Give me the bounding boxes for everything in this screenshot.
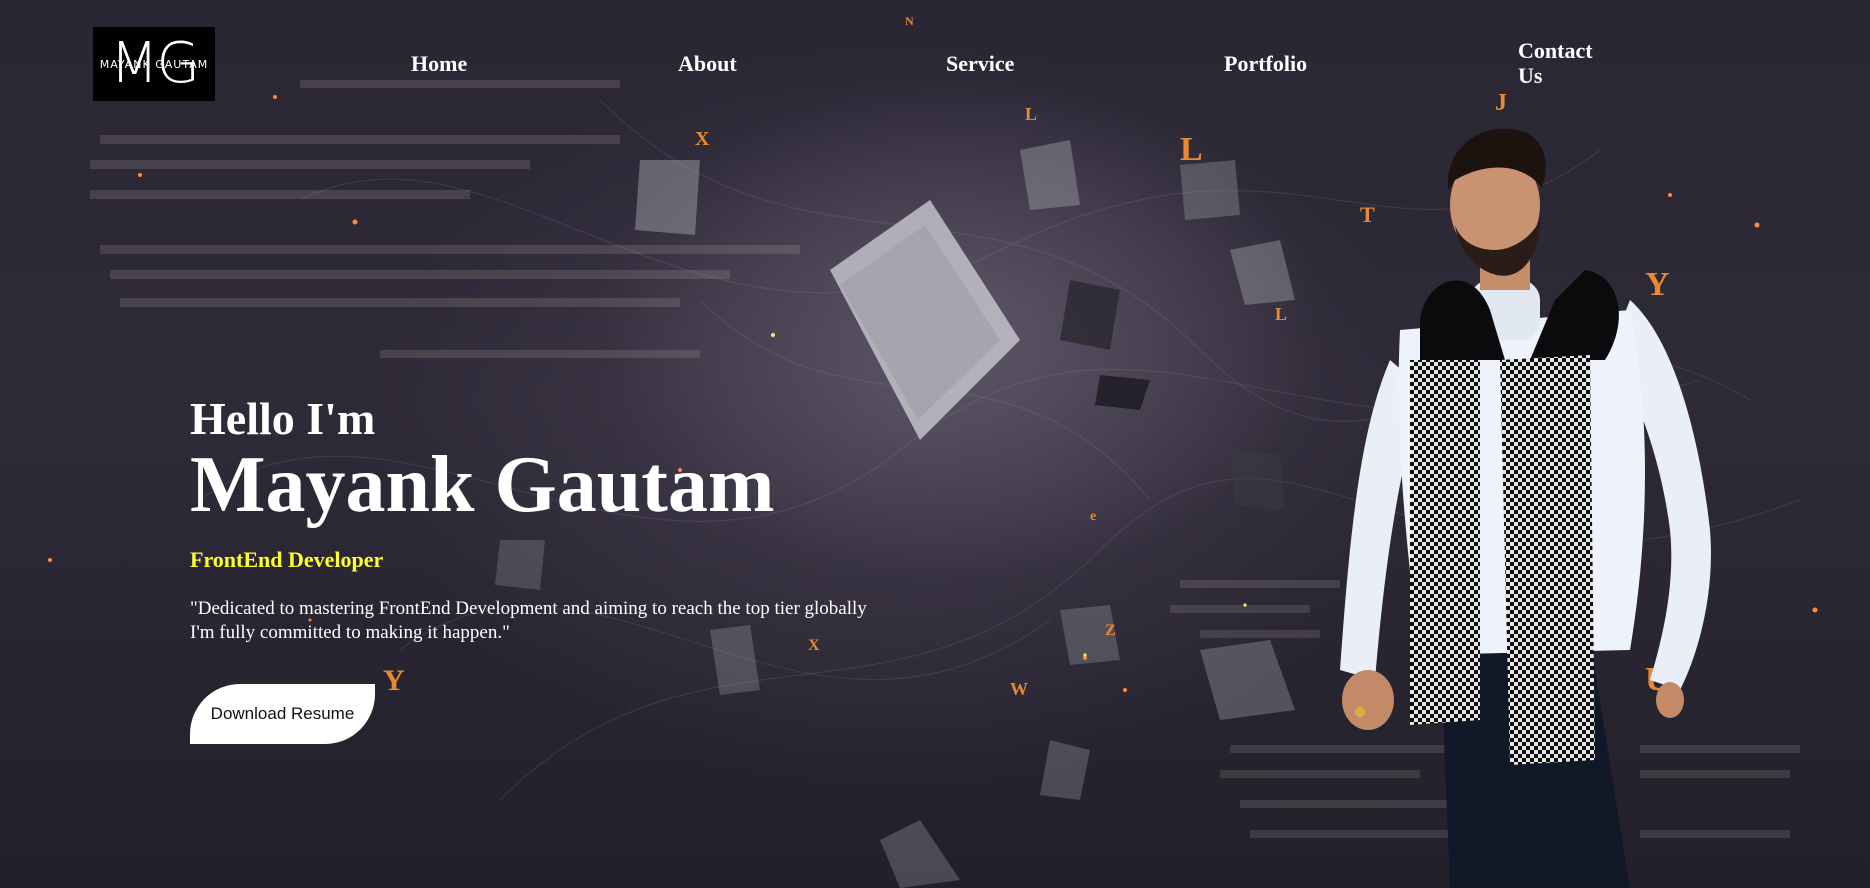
logo-name: MAYANK GAUTAM: [99, 58, 209, 71]
svg-text:Y: Y: [383, 664, 405, 697]
download-resume-button[interactable]: Download Resume: [190, 684, 375, 744]
svg-text:Z: Z: [1105, 622, 1116, 639]
hero-role: FrontEnd Developer: [190, 547, 384, 572]
svg-text:L: L: [1025, 104, 1037, 124]
svg-text:X: X: [695, 128, 710, 150]
nav-about-link[interactable]: About: [678, 51, 737, 76]
nav-service-link[interactable]: Service: [946, 51, 1014, 76]
svg-text:W: W: [1010, 679, 1028, 699]
svg-text:N: N: [905, 14, 914, 28]
tagline-line-2: I'm fully committed to making it happen.…: [190, 622, 510, 643]
hero-tagline: "Dedicated to mastering FrontEnd Develop…: [190, 597, 930, 645]
logo[interactable]: MG MAYANK GAUTAM: [93, 27, 215, 101]
tagline-line-1: "Dedicated to mastering FrontEnd Develop…: [190, 598, 867, 619]
nav-contact-link[interactable]: Contact Us: [1518, 38, 1608, 88]
hero-greeting: Hello I'm: [190, 393, 376, 444]
svg-text:L: L: [1180, 131, 1203, 168]
nav-portfolio-link[interactable]: Portfolio: [1224, 51, 1307, 76]
profile-photo: [1340, 128, 1711, 888]
svg-text:L: L: [1275, 304, 1287, 324]
hero-name: Mayank Gautam: [190, 441, 775, 529]
svg-text:e: e: [1090, 509, 1096, 524]
nav-home-link[interactable]: Home: [411, 51, 467, 76]
